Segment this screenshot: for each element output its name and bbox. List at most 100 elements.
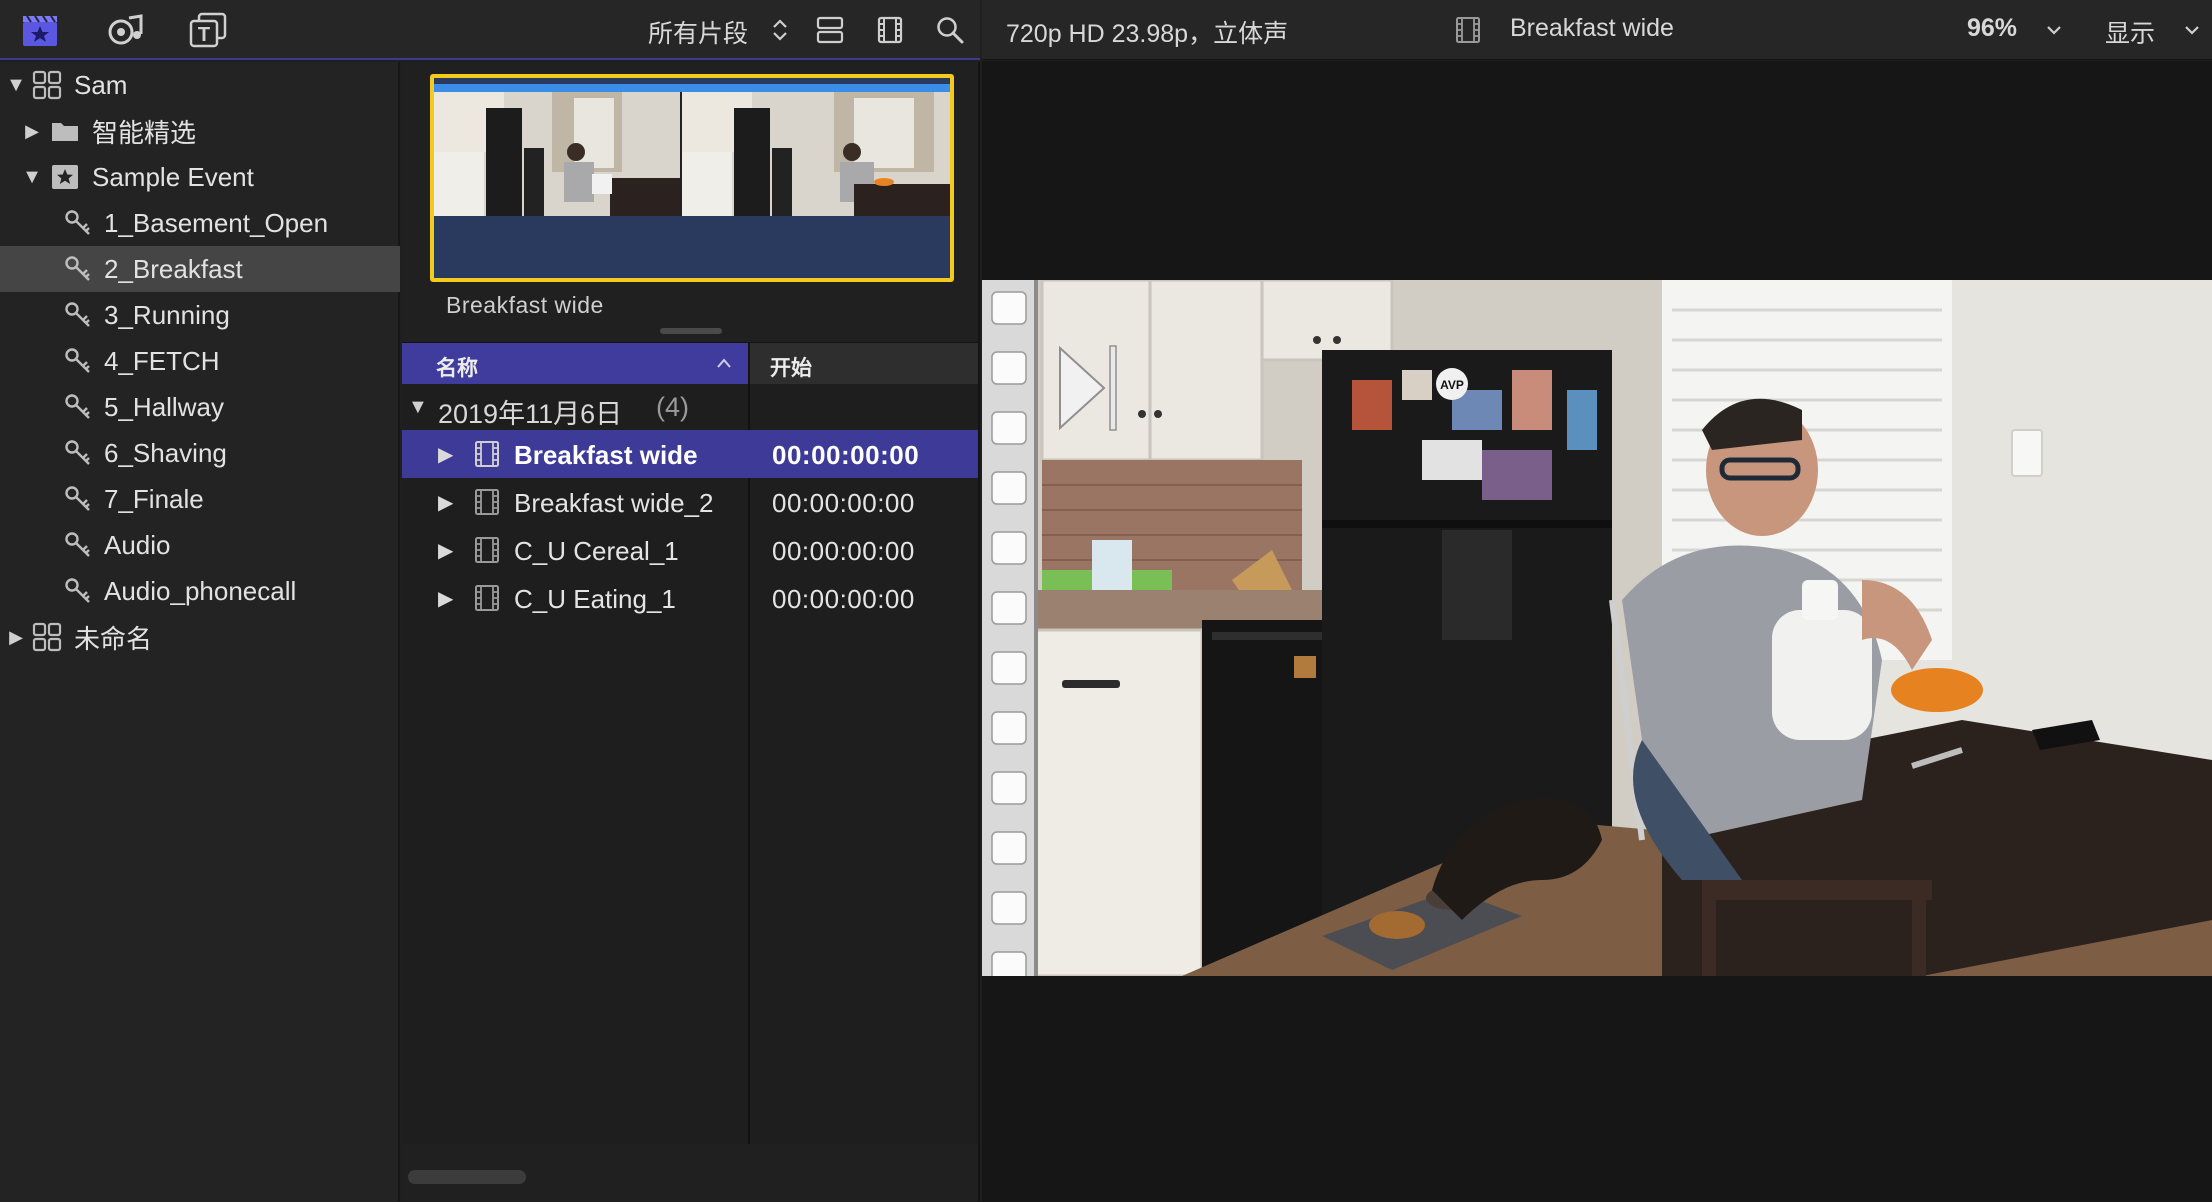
clip-browser: Breakfast wide 名称 开始 ▼ 2019年11月6日 (4) ▶ … — [402, 62, 980, 1202]
sidebar-item-library-sam[interactable]: ▼ Sam — [0, 62, 400, 108]
clip-start-timecode: 00:00:00:00 — [772, 440, 920, 470]
zoom-chevron-down-icon[interactable] — [2034, 10, 2074, 50]
titles-generators-icon[interactable]: T — [188, 10, 228, 50]
sidebar-item-keyword[interactable]: 6_Shaving — [0, 430, 400, 476]
sidebar-item-label: 4_FETCH — [104, 345, 220, 376]
group-date: 2019年11月6日 — [438, 399, 623, 429]
library-icon — [32, 622, 62, 652]
viewer: AVP — [982, 61, 2212, 1202]
photos-audio-icon[interactable] — [106, 10, 146, 50]
sidebar-item-label: 未命名 — [74, 623, 153, 654]
kitchen-scene-image: AVP — [982, 280, 2212, 976]
clip-name: C_U Cereal_1 — [514, 536, 679, 566]
format-info: 720p HD 23.98p，立体声 — [1006, 20, 1289, 48]
sidebar-item-keyword[interactable]: 5_Hallway — [0, 384, 400, 430]
disclosure-closed-icon[interactable]: ▶ — [4, 625, 28, 649]
clip-row[interactable]: ▶ Breakfast wide_2 00:00:00:00 — [402, 478, 978, 526]
sidebar-item-label: Sample Event — [92, 161, 254, 192]
sidebar-item-sample-event[interactable]: ▼ Sample Event — [0, 154, 400, 200]
keyword-icon — [64, 255, 92, 283]
film-sprocket-edge — [982, 280, 1038, 976]
sidebar-item-smart-collections[interactable]: ▶ 智能精选 — [0, 108, 400, 154]
view-chevron-down-icon[interactable] — [2172, 10, 2212, 50]
film-clip-icon — [475, 537, 499, 563]
sidebar-item-label: 1_Basement_Open — [104, 207, 329, 238]
clip-row[interactable]: ▶ Breakfast wide 00:00:00:00 — [402, 430, 978, 478]
film-clip-icon — [475, 489, 499, 515]
play-to-end-icon[interactable] — [1056, 340, 1126, 436]
video-frame[interactable]: AVP — [982, 280, 2212, 976]
disclosure-closed-icon[interactable]: ▶ — [438, 586, 453, 611]
list-header: 名称 开始 — [402, 342, 978, 385]
viewer-clip-title: Breakfast wide — [1510, 14, 1674, 42]
film-clip-icon — [475, 441, 499, 467]
date-group-row[interactable]: ▼ 2019年11月6日 (4) — [402, 384, 978, 430]
sidebar-item-label: Audio — [104, 529, 171, 560]
clip-start-timecode: 00:00:00:00 — [772, 584, 915, 614]
zoom-level[interactable]: 96% — [1967, 14, 2017, 43]
keyword-icon — [64, 531, 92, 559]
clip-appearance-icon[interactable] — [870, 10, 910, 50]
view-menu[interactable]: 显示 — [2105, 14, 2155, 50]
sidebar-item-keyword[interactable]: 7_Finale — [0, 476, 400, 522]
disclosure-open-icon[interactable]: ▼ — [4, 73, 28, 97]
sidebar-item-keyword[interactable]: Audio_phonecall — [0, 568, 400, 614]
folder-icon — [50, 118, 80, 144]
disclosure-open-icon[interactable]: ▼ — [20, 165, 44, 189]
group-count: (4) — [656, 392, 689, 422]
clip-start-timecode: 00:00:00:00 — [772, 488, 915, 518]
sidebar-item-keyword[interactable]: 4_FETCH — [0, 338, 400, 384]
clip-filter-label[interactable]: 所有片段 — [648, 14, 748, 50]
clip-row[interactable]: ▶ C_U Cereal_1 00:00:00:00 — [402, 526, 978, 574]
sidebar-item-label: 智能精选 — [92, 117, 197, 148]
disclosure-open-icon[interactable]: ▼ — [408, 396, 428, 419]
clip-start-timecode: 00:00:00:00 — [772, 536, 915, 566]
selected-clip-filmstrip[interactable] — [430, 74, 954, 282]
keyword-icon — [64, 347, 92, 375]
disclosure-closed-icon[interactable]: ▶ — [20, 119, 44, 143]
list-view-icon[interactable] — [810, 10, 850, 50]
sort-ascending-icon — [717, 358, 731, 368]
disclosure-closed-icon[interactable]: ▶ — [438, 490, 453, 515]
sidebar-item-keyword[interactable]: 2_Breakfast — [0, 246, 400, 292]
sidebar-item-label: 6_Shaving — [104, 437, 227, 468]
horizontal-scrollbar[interactable] — [408, 1170, 526, 1184]
keyword-icon — [64, 439, 92, 467]
browser-toolbar: T 所有片段 — [0, 0, 980, 60]
clip-name: Breakfast wide — [514, 440, 698, 470]
clip-name: Breakfast wide_2 — [514, 488, 714, 518]
clip-name: C_U Eating_1 — [514, 584, 676, 614]
keyword-icon — [64, 209, 92, 237]
libraries-icon[interactable] — [20, 10, 60, 50]
disclosure-closed-icon[interactable]: ▶ — [438, 538, 453, 563]
sidebar-item-label: 2_Breakfast — [104, 253, 243, 284]
clip-row[interactable]: ▶ C_U Eating_1 00:00:00:00 — [402, 574, 978, 622]
column-header-start[interactable]: 开始 — [748, 343, 978, 385]
chevron-updown-icon[interactable] — [760, 10, 800, 50]
sidebar-item-label: 7_Finale — [104, 483, 204, 514]
sidebar-item-keyword[interactable]: 3_Running — [0, 292, 400, 338]
sidebar-item-library-untitled[interactable]: ▶ 未命名 — [0, 614, 400, 660]
column-header-name[interactable]: 名称 — [402, 343, 748, 385]
sidebar-item-label: 3_Running — [104, 299, 230, 330]
disclosure-closed-icon[interactable]: ▶ — [438, 442, 453, 467]
svg-text:T: T — [198, 24, 210, 46]
sidebar-item-keyword[interactable]: Audio — [0, 522, 400, 568]
library-sidebar: ▼ Sam ▶ 智能精选 ▼ Sample Event 1_Basement_O… — [0, 62, 400, 1202]
clip-list: ▼ 2019年11月6日 (4) ▶ Breakfast wide 00:00:… — [402, 384, 978, 1144]
column-header-label: 名称 — [436, 357, 478, 380]
film-clip-icon — [475, 585, 499, 611]
sidebar-item-keyword[interactable]: 1_Basement_Open — [0, 200, 400, 246]
keyword-icon — [64, 301, 92, 329]
filmstrip-clip-title: Breakfast wide — [446, 292, 604, 318]
splitter-handle[interactable] — [660, 328, 722, 334]
search-icon[interactable] — [930, 10, 970, 50]
keyword-icon — [64, 485, 92, 513]
keyword-icon — [64, 577, 92, 605]
library-icon — [32, 70, 62, 100]
event-star-icon — [50, 163, 80, 191]
svg-text:AVP: AVP — [1440, 378, 1464, 392]
filmstrip-thumbnails — [434, 84, 950, 216]
viewer-toolbar: 720p HD 23.98p，立体声 Breakfast wide 96% 显示 — [982, 0, 2212, 60]
sidebar-item-label: Sam — [74, 69, 128, 100]
